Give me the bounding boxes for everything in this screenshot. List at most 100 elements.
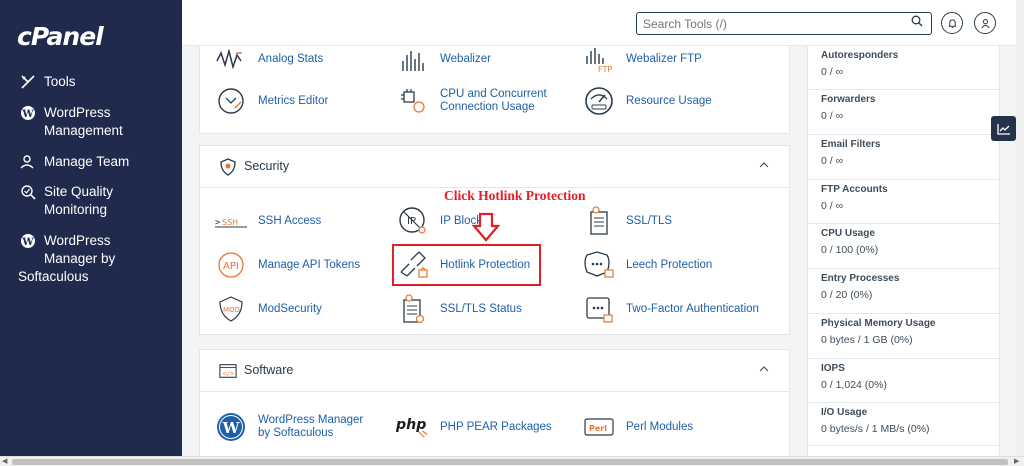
tool-label: Resource Usage [626, 94, 712, 107]
stat-ftp-accounts: FTP Accounts 0 / ∞ [808, 180, 999, 224]
tool-ssl-tls[interactable]: SSL/TLS [582, 204, 672, 238]
tool-label: Perl Modules [626, 420, 694, 433]
stat-autoresponders: Autoresponders 0 / ∞ [808, 46, 999, 90]
svg-text:W: W [21, 237, 34, 248]
metrics-editor-icon [214, 84, 248, 118]
annotation-text: Click Hotlink Protection [444, 188, 586, 203]
wordpress-icon: W [18, 232, 38, 250]
sidebar-item-label: Manage Team [44, 154, 130, 169]
tool-php-pear[interactable]: php PHP PEAR Packages [396, 410, 552, 444]
tool-ssl-tls-status[interactable]: SSL/TLS Status [396, 292, 522, 326]
search-icon[interactable] [911, 15, 923, 30]
stat-value: 0 / ∞ [821, 200, 844, 212]
site-quality-icon [18, 183, 38, 201]
scroll-right-icon[interactable]: ▶ [1014, 457, 1019, 466]
software-panel: </> Software W WordPress Manager by Soft… [199, 349, 790, 456]
ssl-tls-icon [582, 204, 616, 238]
stat-label: Physical Memory Usage [821, 318, 936, 329]
tool-label: ModSecurity [258, 302, 322, 315]
team-icon [18, 153, 38, 171]
tool-label: SSH Access [258, 214, 322, 227]
tool-hotlink-protection[interactable]: Hotlink Protection [396, 248, 530, 282]
search-box[interactable] [636, 12, 932, 35]
svg-text:IP: IP [407, 216, 416, 227]
user-menu-button[interactable] [974, 12, 996, 34]
sidebar-item-softaculous[interactable]: Softaculous [18, 268, 89, 286]
sidebar-item-wordpress-management[interactable]: W WordPress Management [18, 104, 144, 140]
tool-metrics-editor[interactable]: Metrics Editor [214, 84, 328, 118]
sidebar-item-label: WordPress Manager by [44, 233, 116, 266]
tool-webalizer-ftp[interactable]: FTP Webalizer FTP [582, 42, 702, 76]
stat-label: FTP Accounts [821, 184, 888, 195]
tool-analog-stats[interactable]: Analog Stats [214, 42, 323, 76]
svg-text:FTP: FTP [598, 65, 612, 72]
sidebar: cPanel Tools W WordPress Management Mana… [0, 0, 182, 456]
code-window-icon: </> [219, 362, 237, 380]
tool-label: WordPress Manager by Softaculous [258, 414, 364, 439]
section-title: Software [244, 363, 294, 377]
notifications-button[interactable] [941, 12, 963, 34]
tool-label: SSL/TLS [626, 214, 673, 227]
stat-value: 0 / 20 (0%) [821, 289, 873, 301]
stat-io-usage: I/O Usage 0 bytes/s / 1 MB/s (0%) [808, 403, 999, 446]
search-input[interactable] [637, 13, 897, 34]
tool-resource-usage[interactable]: Resource Usage [582, 84, 712, 118]
chevron-up-icon[interactable] [759, 363, 769, 375]
ssh-icon: > SSH [214, 204, 248, 238]
sidebar-item-label: Site Quality Monitoring [44, 184, 114, 217]
tool-leech-protection[interactable]: Leech Protection [582, 248, 712, 282]
svg-text:W: W [21, 109, 34, 120]
sidebar-item-wp-softaculous[interactable]: W WordPress Manager by [18, 232, 144, 268]
leech-icon [582, 248, 616, 282]
stat-forwarders: Forwarders 0 / ∞ [808, 90, 999, 135]
horizontal-scrollbar[interactable]: ◀ ▶ [0, 456, 1024, 466]
tool-label: PHP PEAR Packages [440, 420, 552, 433]
tool-label: Analog Stats [258, 52, 324, 65]
stat-email-filters: Email Filters 0 / ∞ [808, 135, 999, 180]
tool-ssh-access[interactable]: > SSH SSH Access [214, 204, 321, 238]
cpanel-logo[interactable]: cPanel [17, 22, 104, 51]
section-title: Security [244, 159, 290, 173]
sidebar-item-manage-team[interactable]: Manage Team [18, 153, 129, 171]
tool-label: SSL/TLS Status [440, 302, 522, 315]
sidebar-item-label: Tools [44, 74, 76, 89]
tool-cpu-usage[interactable]: CPU and Concurrent Connection Usage [396, 84, 560, 118]
stat-value: 0 / ∞ [821, 66, 844, 78]
resource-usage-icon [582, 84, 616, 118]
two-factor-icon [582, 292, 616, 326]
tool-label: Metrics Editor [258, 94, 329, 107]
tool-label: Two-Factor Authentication [626, 302, 759, 315]
svg-text:</>: </> [223, 371, 235, 378]
stat-physical-memory: Physical Memory Usage 0 bytes / 1 GB (0%… [808, 314, 999, 359]
tool-modsecurity[interactable]: MOD ModSecurity [214, 292, 322, 326]
tool-label: Webalizer FTP [626, 52, 702, 65]
sidebar-item-tools[interactable]: Tools [18, 73, 76, 91]
vertical-scrollbar[interactable] [1016, 0, 1024, 456]
tools-icon [18, 73, 38, 91]
tool-label: CPU and Concurrent Connection Usage [440, 88, 547, 113]
api-icon: API [214, 248, 248, 282]
security-header[interactable]: Security [200, 146, 789, 188]
sidebar-item-site-quality[interactable]: Site Quality Monitoring [18, 183, 144, 219]
scroll-left-icon[interactable]: ◀ [2, 457, 7, 466]
tool-perl-modules[interactable]: Perl Perl Modules [582, 410, 693, 444]
tool-wordpress-manager[interactable]: W WordPress Manager by Softaculous [214, 410, 378, 444]
scrollbar-thumb[interactable] [12, 459, 1008, 465]
tool-two-factor-auth[interactable]: Two-Factor Authentication [582, 292, 759, 326]
stat-entry-processes: Entry Processes 0 / 20 (0%) [808, 269, 999, 314]
chevron-up-icon[interactable] [759, 159, 769, 171]
stat-label: Email Filters [821, 139, 881, 150]
stat-label: Forwarders [821, 94, 876, 105]
stats-chart-button[interactable] [991, 116, 1016, 141]
tool-webalizer[interactable]: Webalizer [396, 42, 491, 76]
tool-label: Webalizer [440, 52, 491, 65]
stat-label: CPU Usage [821, 228, 875, 239]
tool-manage-api-tokens[interactable]: API Manage API Tokens [214, 248, 360, 282]
stat-label: Autoresponders [821, 50, 899, 61]
user-icon [980, 18, 990, 28]
software-header[interactable]: </> Software [200, 350, 789, 392]
stat-label: I/O Usage [821, 407, 868, 418]
stat-value: 0 bytes / 1 GB (0%) [821, 334, 913, 346]
cpu-usage-icon [396, 84, 430, 118]
ssl-status-icon [396, 292, 430, 326]
